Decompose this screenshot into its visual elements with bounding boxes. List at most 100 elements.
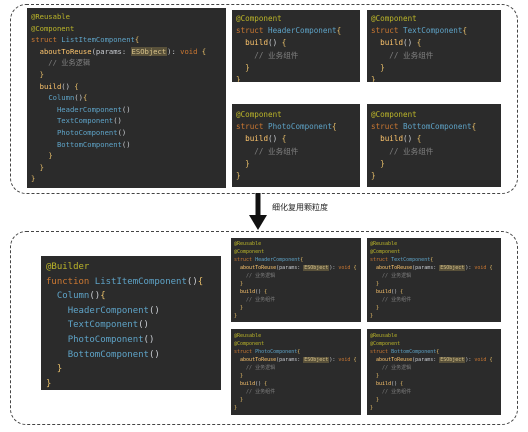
code-line: @Component [370,249,401,255]
code-line: } [380,158,385,168]
code-line: } [234,405,238,411]
code-line: // 业务组件 [370,389,412,395]
code-line: } [376,305,380,311]
code-line: @Reusable [234,241,262,247]
code-line: } [376,281,380,287]
bottom-component-code: @Component struct BottomComponent{ build(… [367,104,501,187]
code-line: } [39,162,44,172]
code-line: PhotoComponent() [56,127,127,137]
code-line: build() { [376,289,404,295]
code-line: // 业务逻辑 [234,273,276,279]
code-line: } [240,397,244,403]
code-line: } [48,151,53,161]
code-line: // 业务组件 [371,50,434,60]
code-line: } [380,62,385,72]
code-line: build() { [39,81,79,91]
code-line: TextComponent() [56,116,122,126]
code-line: HeaderComponent() [67,305,160,316]
reusable-text-component-code: @Reusable @Component struct TextComponent{… [367,238,501,322]
reusable-photo-component-code: @Reusable @Component struct PhotoComponent… [231,329,361,415]
code-line: @Component [370,341,401,347]
code-line: struct PhotoComponent{ [234,349,301,355]
code-line: } [240,281,244,287]
code-line: @Component [236,110,282,119]
code-line: struct PhotoComponent{ [236,122,337,132]
code-line: @Component [31,23,75,33]
builder-list-item-code: @Builder function ListItemComponent(){ Co… [41,256,221,390]
header-component-code: @Component struct HeaderComponent{ build(… [232,10,360,82]
code-line: Column(){ [56,291,106,302]
code-line: // 业务组件 [234,297,276,303]
code-line: } [46,378,52,389]
code-line: BottomComponent() [67,349,160,360]
code-line: @Component [371,14,417,23]
code-line: } [39,69,44,79]
code-line: } [245,158,250,168]
code-line: build() { [376,381,404,387]
code-line: aboutToReuse(params: ESObject): void { [376,357,493,363]
down-arrow-icon [249,193,267,230]
code-line: } [56,364,63,375]
code-line: struct TextComponent{ [370,257,434,263]
code-line: @Reusable [234,333,262,339]
code-line: build() { [245,38,287,48]
code-line: PhotoComponent() [67,334,155,345]
code-line: @Reusable [31,12,70,21]
code-line: // 业务逻辑 [370,273,412,279]
code-line: @Component [371,110,417,119]
code-line: build() { [240,381,268,387]
code-line: HeaderComponent() [56,104,131,114]
code-line: // 业务逻辑 [370,365,412,371]
code-line: function ListItemComponent(){ [46,276,204,287]
arrow-label: 细化复用颗粒度 [272,203,328,212]
code-line: aboutToReuse(params: ESObject): void { [240,357,357,363]
code-line: build() { [240,289,268,295]
code-line: @Reusable [370,333,398,339]
code-line: } [240,373,244,379]
code-line: // 业务组件 [236,146,299,156]
code-line: // 业务组件 [371,146,434,156]
code-line: struct BottomComponent{ [371,122,477,132]
code-line: } [240,305,244,311]
code-line: } [371,170,376,180]
code-line: @Component [234,249,265,255]
code-line: @Builder [46,262,90,272]
code-line: } [236,170,241,180]
code-line: struct ListItemComponent{ [31,35,140,45]
code-line: BottomComponent() [56,139,131,149]
code-line: Column(){ [48,93,88,103]
code-line: } [376,373,380,379]
code-line: struct HeaderComponent{ [236,26,342,36]
code-line: // 业务组件 [234,389,276,395]
reusable-bottom-component-code: @Reusable @Component struct BottomComponen… [367,329,501,415]
code-line: } [234,313,238,319]
code-line: aboutToReuse(params: ESObject): void { [376,265,493,271]
list-item-component-code: @Reusable @Component struct ListItemCompon… [27,8,226,188]
code-line: } [245,62,250,72]
code-line: build() { [245,134,287,144]
code-line: struct BottomComponent{ [370,349,440,355]
code-line: aboutToReuse(params: ESObject): void { [39,46,207,56]
code-line: } [31,174,36,184]
code-line: } [376,397,380,403]
code-line: } [370,405,374,411]
code-line: // 业务组件 [370,297,412,303]
code-line: TextComponent() [67,320,149,331]
code-line: aboutToReuse(params: ESObject): void { [240,265,357,271]
code-line: @Component [234,341,265,347]
code-line: } [370,313,374,319]
code-line: build() { [380,38,422,48]
code-line: } [236,74,241,82]
code-line: // 业务组件 [236,50,299,60]
code-line: build() { [380,134,422,144]
code-line: } [371,74,376,82]
photo-component-code: @Component struct PhotoComponent{ build()… [232,104,360,187]
code-line: struct HeaderComponent{ [234,257,304,263]
code-line: @Reusable [370,241,398,247]
code-line: struct TextComponent{ [371,26,468,36]
reusable-header-component-code: @Reusable @Component struct HeaderComponen… [231,238,361,322]
text-component-code: @Component struct TextComponent{ build() … [367,10,501,82]
code-line: // 业务逻辑 [31,58,91,68]
code-line: // 业务逻辑 [234,365,276,371]
code-line: @Component [236,14,282,23]
